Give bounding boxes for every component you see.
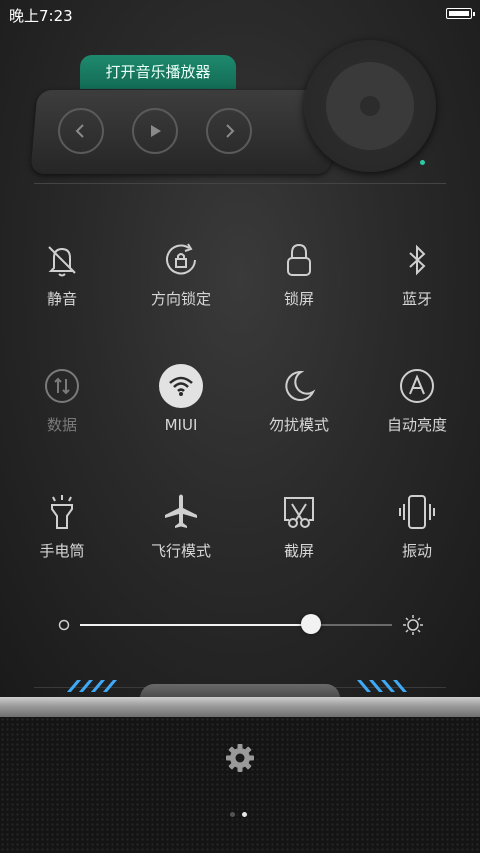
toggle-screenshot[interactable]: 截屏 [244, 492, 354, 582]
toggle-label: 数据 [46, 416, 77, 434]
brightness-low-icon [58, 619, 70, 631]
music-widget: 打开音乐播放器 [30, 40, 446, 180]
toggle-wifi[interactable]: MIUI [126, 364, 236, 454]
auto-brightness-icon [400, 369, 434, 403]
toggle-mute[interactable]: 静音 [7, 240, 117, 330]
previous-button[interactable] [58, 108, 104, 154]
status-time: 晚上7:23 [9, 7, 73, 25]
battery-level [449, 11, 469, 16]
speaker-graphic [304, 40, 436, 172]
wifi-active-indicator [159, 364, 203, 408]
page-indicator [230, 812, 252, 818]
bell-off-icon [48, 246, 76, 277]
toggle-label: 蓝牙 [401, 290, 432, 308]
divider [34, 183, 446, 184]
page-dot [230, 812, 235, 817]
toggle-label: 勿扰模式 [268, 416, 329, 434]
previous-icon [75, 124, 84, 138]
toggle-label: 方向锁定 [150, 290, 211, 308]
speaker-center [360, 96, 380, 116]
brightness-track[interactable] [80, 624, 392, 626]
brightness-fill [80, 624, 311, 626]
play-icon [151, 125, 161, 137]
moon-icon [285, 370, 316, 401]
handle-stripes-right [356, 680, 414, 692]
next-icon [226, 124, 235, 138]
wifi-icon [169, 376, 193, 396]
toggle-label: 手电筒 [39, 542, 85, 560]
toggle-bluetooth[interactable]: 蓝牙 [362, 240, 472, 330]
metal-bar [0, 697, 480, 717]
music-indicator-dot [420, 160, 425, 165]
toggle-lock-screen[interactable]: 锁屏 [244, 240, 354, 330]
lock-icon [287, 243, 311, 276]
toggle-flashlight[interactable]: 手电筒 [7, 492, 117, 582]
toggle-do-not-disturb[interactable]: 勿扰模式 [244, 366, 354, 456]
gear-icon[interactable] [224, 742, 256, 774]
drag-handle[interactable] [140, 684, 340, 698]
status-bar: 晚上7:23 [0, 0, 480, 28]
toggle-label: 飞行模式 [150, 542, 211, 560]
toggle-rotation-lock[interactable]: 方向锁定 [126, 240, 236, 330]
mobile-data-icon [45, 369, 79, 403]
flashlight-icon [51, 495, 73, 529]
toggle-label: 截屏 [283, 542, 314, 560]
next-button[interactable] [206, 108, 252, 154]
toggle-label: 自动亮度 [386, 416, 447, 434]
page-dot-active [242, 812, 247, 817]
screenshot-icon [284, 497, 314, 528]
toggle-label: 锁屏 [283, 290, 314, 308]
toggle-vibrate[interactable]: 振动 [362, 492, 472, 582]
brightness-slider[interactable] [58, 612, 428, 638]
handle-stripes-left [66, 680, 124, 692]
airplane-icon [165, 494, 197, 528]
notification-panel: 晚上7:23 打开音乐播放器 静音 方向锁定 锁屏 蓝牙 数据 MIUI 勿扰模… [0, 0, 480, 698]
rotation-lock-icon [166, 243, 196, 275]
open-music-player-button[interactable]: 打开音乐播放器 [80, 55, 236, 89]
vibrate-icon [399, 495, 435, 529]
play-button[interactable] [132, 108, 178, 154]
toggle-label: 振动 [401, 542, 432, 560]
toggle-label: 静音 [46, 290, 77, 308]
toggle-auto-brightness[interactable]: 自动亮度 [362, 366, 472, 456]
bluetooth-icon [409, 244, 426, 276]
brightness-high-icon [403, 615, 423, 635]
speaker-cone [326, 62, 414, 150]
toggle-label: MIUI [164, 416, 198, 434]
battery-icon [446, 8, 475, 19]
mesh-background [0, 717, 480, 853]
brightness-thumb[interactable] [300, 614, 321, 634]
toggle-mobile-data[interactable]: 数据 [7, 366, 117, 456]
toggle-airplane-mode[interactable]: 飞行模式 [126, 492, 236, 582]
